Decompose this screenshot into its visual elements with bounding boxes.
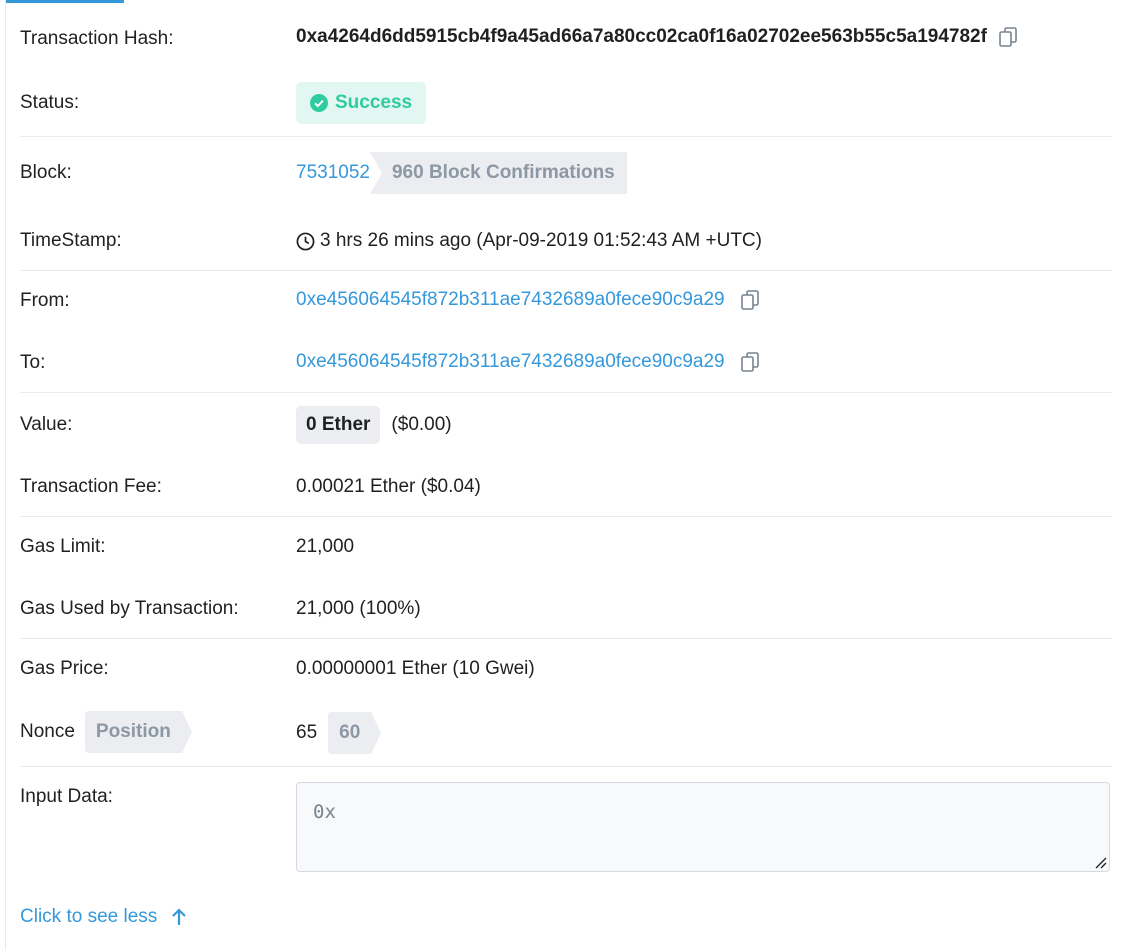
value-amount: 0 Ether (306, 414, 371, 435)
status-badge: Success (296, 82, 427, 124)
see-less-text: Click to see less (20, 906, 158, 927)
tx-hash-label: Transaction Hash: (20, 28, 174, 49)
timestamp-label: TimeStamp: (20, 230, 122, 251)
value-row: 0 Ether ($0.00) (296, 406, 452, 444)
fee-label: Transaction Fee: (20, 476, 162, 497)
to-address-link[interactable]: 0xe456064545f872b311ae7432689a0fece90c9a… (296, 351, 725, 373)
divider (20, 638, 1112, 639)
from-row: 0xe456064545f872b311ae7432689a0fece90c9a… (296, 289, 759, 311)
input-data-textarea[interactable]: 0x (296, 782, 1110, 872)
from-label: From: (20, 290, 70, 311)
to-label: To: (20, 352, 46, 373)
gas-price-value: 0.00000001 Ether (10 Gwei) (296, 658, 535, 679)
divider (20, 270, 1112, 271)
check-circle-icon (310, 94, 328, 112)
active-tab-indicator (6, 0, 124, 3)
gas-price-label: Gas Price: (20, 658, 109, 679)
block-label: Block: (20, 162, 72, 183)
resize-grip-icon[interactable] (1093, 855, 1107, 869)
to-row: 0xe456064545f872b311ae7432689a0fece90c9a… (296, 351, 759, 373)
fee-value: 0.00021 Ether ($0.04) (296, 476, 481, 497)
timestamp-value: 3 hrs 26 mins ago (Apr-09-2019 01:52:43 … (320, 230, 762, 251)
value-label: Value: (20, 414, 73, 435)
arrow-up-icon (172, 908, 187, 925)
divider (20, 136, 1112, 137)
card-left-border (5, 0, 6, 950)
input-data-value: 0x (313, 801, 336, 823)
input-data-label: Input Data: (20, 786, 113, 807)
copy-icon[interactable] (740, 290, 759, 310)
divider (20, 516, 1112, 517)
block-row: 7531052 960 Block Confirmations (296, 152, 627, 194)
from-address-link[interactable]: 0xe456064545f872b311ae7432689a0fece90c9a… (296, 289, 725, 311)
block-number-link[interactable]: 7531052 (296, 162, 370, 184)
tx-hash-value: 0xa4264d6dd5915cb4f9a45ad66a7a80cc02ca0f… (296, 26, 987, 47)
nonce-label-group: Nonce Position (20, 711, 192, 753)
nonce-position-badge: 60 (328, 712, 382, 754)
block-confirmations-text: 960 Block Confirmations (391, 162, 615, 183)
nonce-position-tag: Position (84, 711, 192, 753)
divider (20, 392, 1112, 393)
nonce-position-label: Position (95, 721, 171, 742)
value-amount-chip: 0 Ether (296, 406, 381, 444)
copy-icon[interactable] (740, 352, 759, 372)
status-text: Success (335, 92, 413, 113)
status-row: Success (296, 82, 427, 124)
clock-icon (296, 232, 315, 250)
gas-limit-value: 21,000 (296, 536, 355, 557)
nonce-label: Nonce (20, 721, 75, 742)
timestamp-row: 3 hrs 26 mins ago (Apr-09-2019 01:52:43 … (296, 230, 762, 252)
see-less-link[interactable]: Click to see less (20, 906, 187, 928)
divider (20, 766, 1112, 767)
gas-limit-label: Gas Limit: (20, 536, 106, 557)
status-label: Status: (20, 92, 80, 113)
gas-used-label: Gas Used by Transaction: (20, 598, 239, 619)
block-confirmations-badge: 960 Block Confirmations (369, 152, 627, 194)
nonce-row: 65 60 (296, 712, 382, 754)
nonce-value: 65 (296, 722, 318, 743)
copy-icon[interactable] (999, 27, 1017, 47)
nonce-position-value: 60 (339, 722, 361, 743)
tx-hash-row: 0xa4264d6dd5915cb4f9a45ad66a7a80cc02ca0f… (296, 26, 1017, 48)
gas-used-value: 21,000 (100%) (296, 598, 421, 619)
value-usd: ($0.00) (391, 414, 452, 435)
